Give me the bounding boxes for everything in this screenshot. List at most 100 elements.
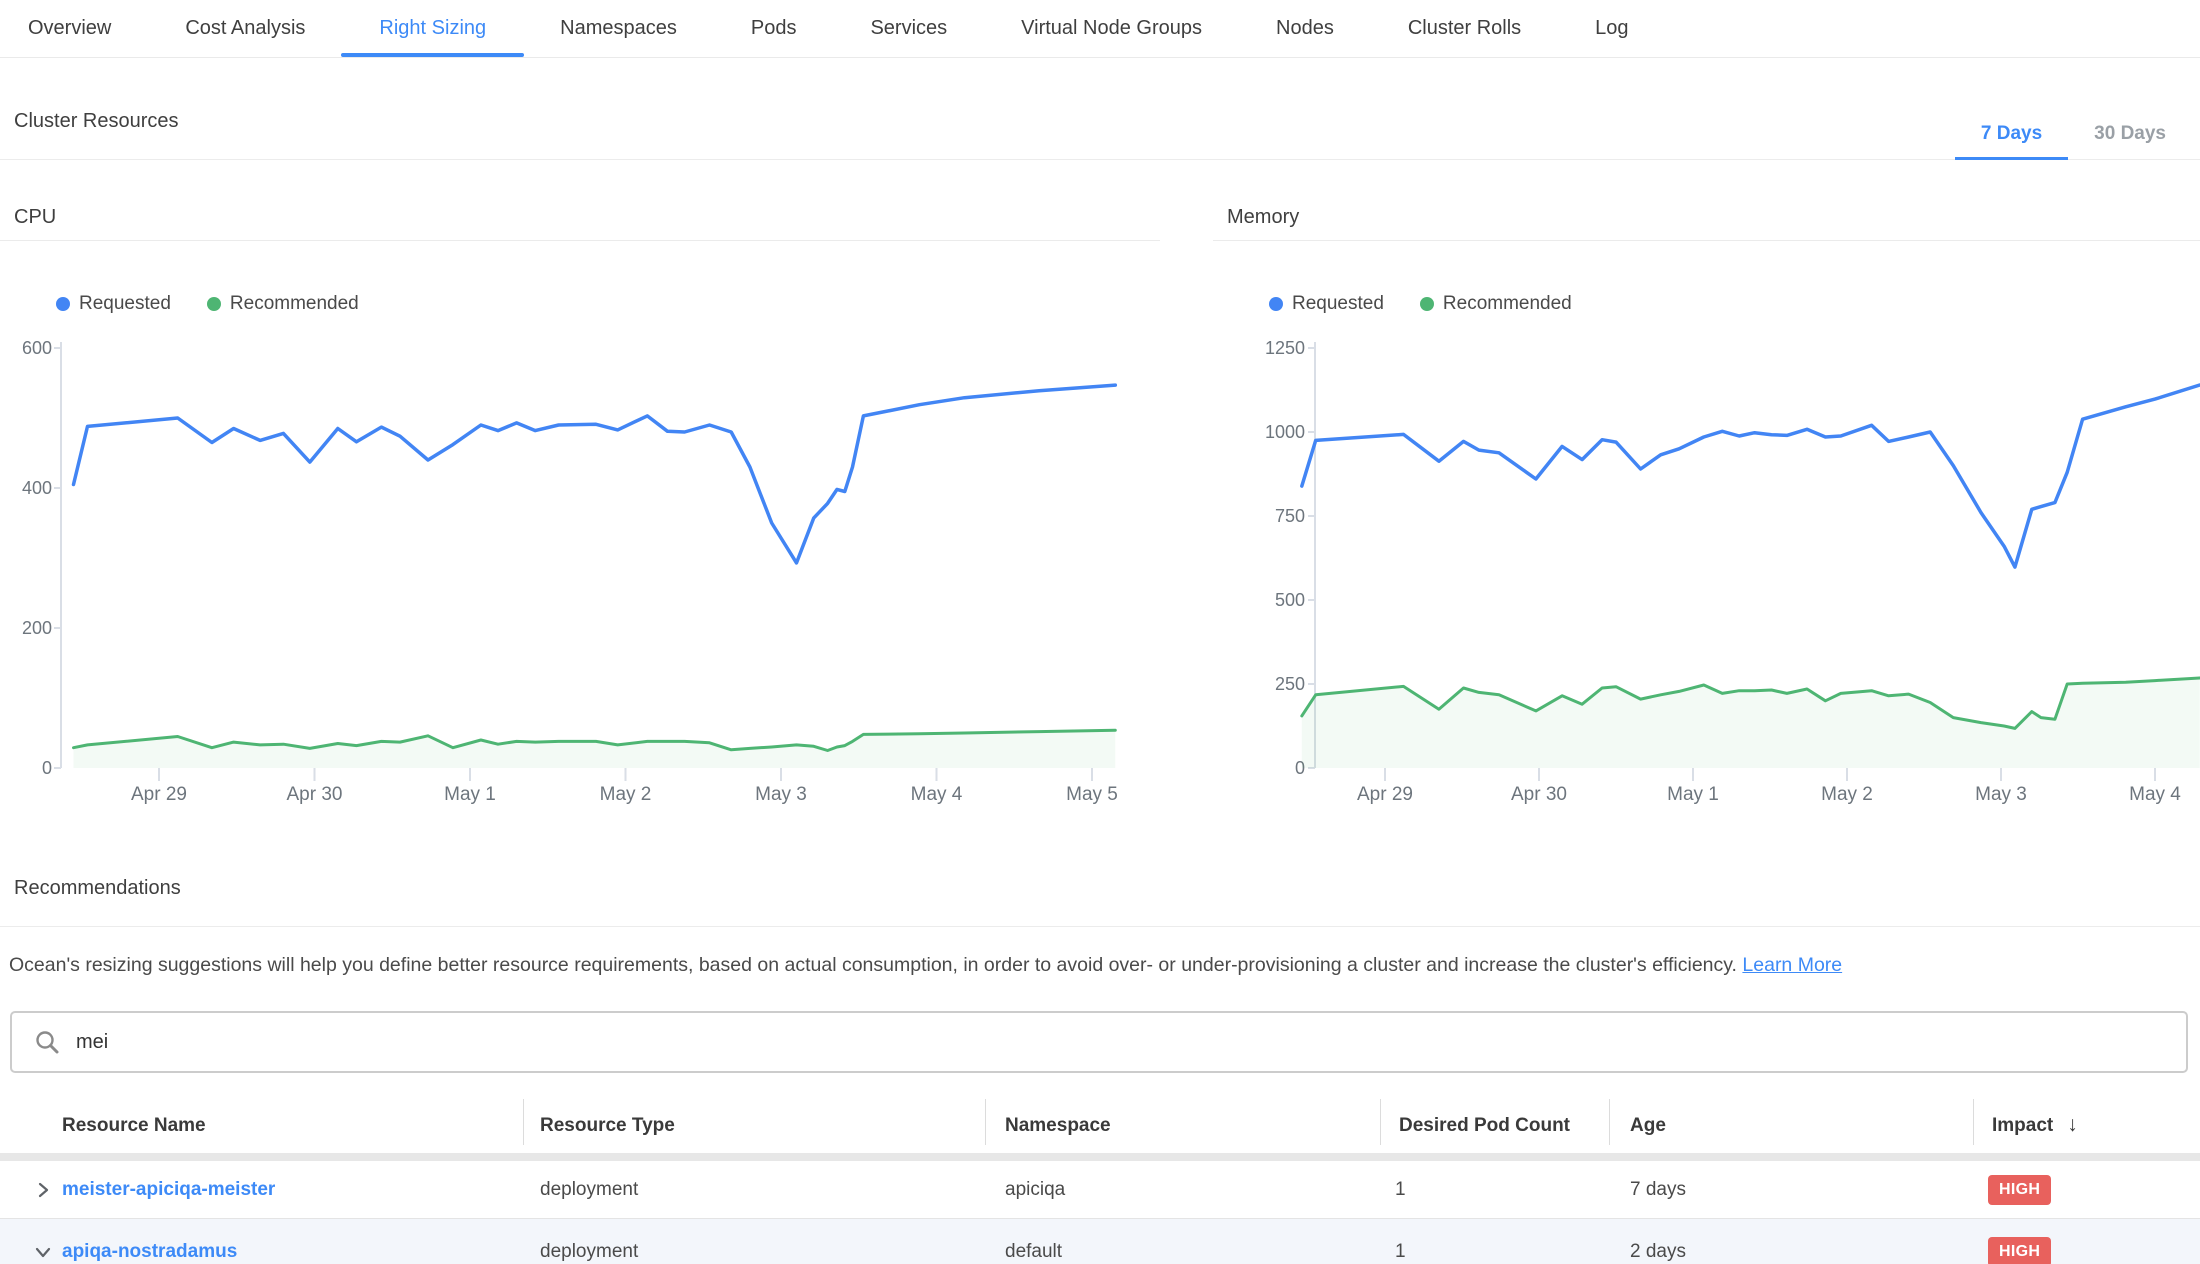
column-divider [1380,1099,1381,1145]
tab-label: Services [870,17,947,40]
resource-name-link[interactable]: apiqa-nostradamus [62,1241,237,1263]
tab-pods[interactable]: Pods [751,0,797,57]
cluster-resources-header: Cluster Resources 7 Days 30 Days [0,58,2200,160]
namespace-cell: default [1005,1241,1062,1263]
legend-recommended: Recommended [1420,293,1572,315]
memory-chart-title: Memory [1213,206,2200,241]
requested-dot-icon [1269,297,1283,311]
impact-cell: HIGH [1988,1175,2051,1205]
tab-virtual-node-groups[interactable]: Virtual Node Groups [1021,0,1202,57]
range-label: 30 Days [2094,123,2166,144]
svg-text:500: 500 [1275,590,1305,610]
tab-label: Nodes [1276,17,1334,40]
tab-overview[interactable]: Overview [28,0,111,57]
table-header: Resource Name Resource Type Namespace De… [0,1073,2200,1161]
cpu-chart-legend: Requested Recommended [56,293,1160,315]
col-impact[interactable]: Impact ↓ [1992,1113,2078,1137]
tab-services[interactable]: Services [870,0,947,57]
cpu-chart-title: CPU [0,206,1160,241]
search-box [10,1011,2188,1073]
recommendations-title: Recommendations [14,877,2200,900]
impact-badge: HIGH [1988,1237,2051,1264]
svg-text:May 2: May 2 [600,784,652,805]
age-cell: 2 days [1630,1241,1686,1263]
tab-label: Namespaces [560,17,677,40]
svg-text:May 5: May 5 [1066,784,1118,805]
legend-label: Requested [79,293,171,315]
recommendations-description: Ocean's resizing suggestions will help y… [9,951,2200,979]
pod-count-cell: 1 [1395,1179,1406,1201]
tab-label: Cost Analysis [185,17,305,40]
time-range-toggle: 7 Days 30 Days [1955,123,2200,159]
tab-label: Pods [751,17,797,40]
svg-text:Apr 29: Apr 29 [131,784,187,805]
chevron-right-icon[interactable] [32,1179,54,1201]
recommended-dot-icon [1420,297,1434,311]
search-icon [34,1029,60,1055]
col-resource-name[interactable]: Resource Name [62,1115,206,1137]
column-divider [1973,1099,1974,1145]
svg-text:750: 750 [1275,506,1305,526]
legend-label: Recommended [1443,293,1572,315]
cluster-resources-title: Cluster Resources [14,110,179,159]
range-30-days[interactable]: 30 Days [2068,123,2192,159]
age-cell: 7 days [1630,1179,1686,1201]
table-row[interactable]: meister-apiciqa-meister deployment apici… [0,1161,2200,1219]
tab-nodes[interactable]: Nodes [1276,0,1334,57]
pod-count-cell: 1 [1395,1241,1406,1263]
sort-desc-icon[interactable]: ↓ [2067,1113,2078,1136]
divider [0,926,2200,927]
svg-text:May 4: May 4 [911,784,963,805]
col-age[interactable]: Age [1630,1115,1666,1137]
description-text: Ocean's resizing suggestions will help y… [9,954,1737,976]
column-divider [523,1099,524,1145]
col-desired-pod-count[interactable]: Desired Pod Count [1399,1115,1570,1137]
svg-text:May 1: May 1 [444,784,496,805]
cpu-chart-panel: CPU Requested Recommended 0200400600Apr … [0,206,1160,811]
tab-label: Cluster Rolls [1408,17,1521,40]
requested-dot-icon [56,297,70,311]
col-resource-type[interactable]: Resource Type [540,1115,675,1137]
svg-text:May 1: May 1 [1667,784,1719,805]
svg-text:600: 600 [22,338,52,358]
legend-recommended: Recommended [207,293,359,315]
legend-label: Requested [1292,293,1384,315]
svg-text:Apr 30: Apr 30 [1511,784,1567,805]
recommendations-table: Resource Name Resource Type Namespace De… [0,1073,2200,1264]
impact-cell: HIGH [1988,1237,2051,1264]
table-row[interactable]: apiqa-nostradamus deployment default 1 2… [0,1219,2200,1264]
svg-text:200: 200 [22,618,52,638]
tab-right-sizing[interactable]: Right Sizing [379,0,486,57]
resource-name-link[interactable]: meister-apiciqa-meister [62,1179,275,1201]
chevron-down-icon[interactable] [32,1241,54,1263]
column-divider [985,1099,986,1145]
svg-text:1000: 1000 [1265,422,1305,442]
svg-text:400: 400 [22,478,52,498]
legend-requested: Requested [1269,293,1384,315]
memory-line-chart: 025050075010001250Apr 29Apr 30May 1May 2… [1213,333,2200,811]
svg-text:250: 250 [1275,674,1305,694]
tab-cost-analysis[interactable]: Cost Analysis [185,0,305,57]
legend-label: Recommended [230,293,359,315]
range-label: 7 Days [1981,123,2042,144]
cpu-line-chart: 0200400600Apr 29Apr 30May 1May 2May 3May… [0,333,1146,811]
tab-bar: Overview Cost Analysis Right Sizing Name… [0,0,2200,58]
svg-text:May 4: May 4 [2129,784,2181,805]
col-impact-label: Impact [1992,1115,2053,1136]
svg-text:Apr 29: Apr 29 [1357,784,1413,805]
tab-label: Overview [28,17,111,40]
learn-more-link[interactable]: Learn More [1742,954,1842,976]
tab-cluster-rolls[interactable]: Cluster Rolls [1408,0,1521,57]
svg-text:May 2: May 2 [1821,784,1873,805]
tab-namespaces[interactable]: Namespaces [560,0,677,57]
charts-row: CPU Requested Recommended 0200400600Apr … [0,206,2200,811]
resource-type-cell: deployment [540,1241,638,1263]
resource-type-cell: deployment [540,1179,638,1201]
col-namespace[interactable]: Namespace [1005,1115,1111,1137]
memory-chart-legend: Requested Recommended [1269,293,2200,315]
range-7-days[interactable]: 7 Days [1955,123,2068,159]
tab-log[interactable]: Log [1595,0,1628,57]
search-input[interactable] [76,1031,2186,1054]
svg-text:May 3: May 3 [755,784,807,805]
namespace-cell: apiciqa [1005,1179,1065,1201]
